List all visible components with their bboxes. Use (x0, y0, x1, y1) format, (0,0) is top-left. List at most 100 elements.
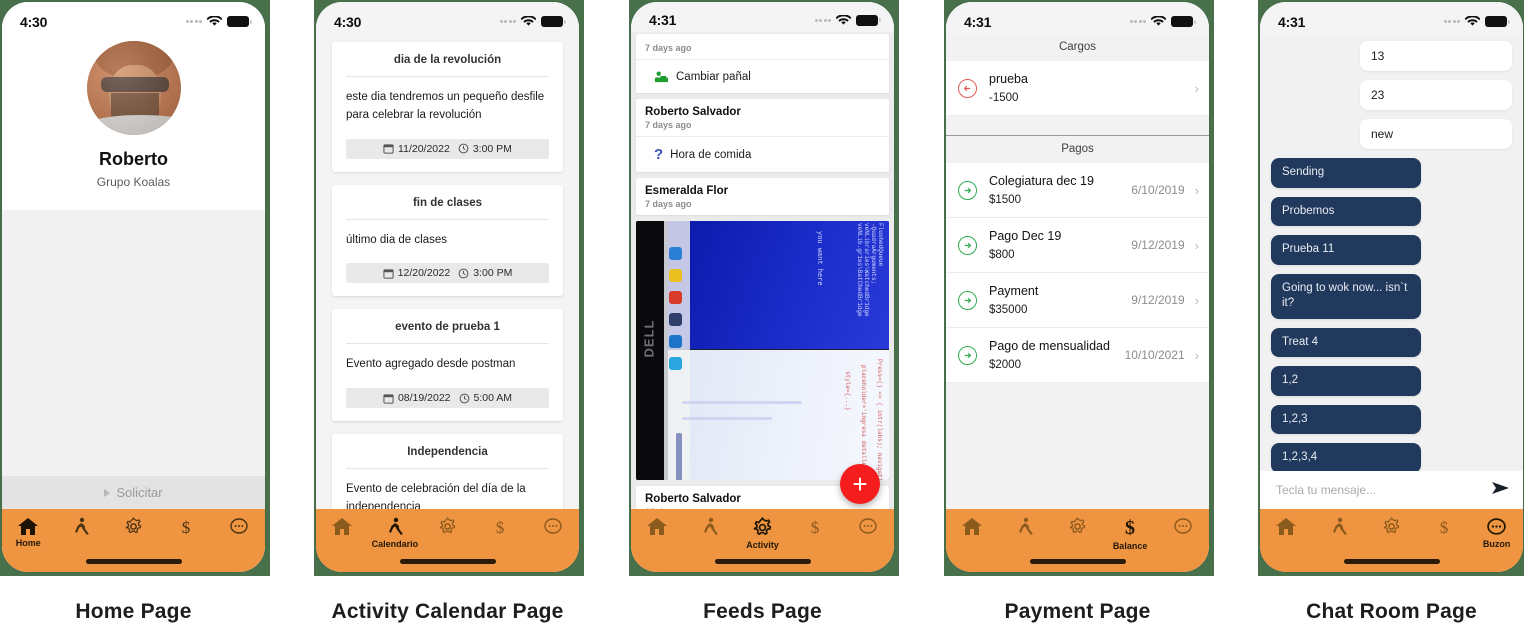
table-row[interactable]: Colegiatura dec 19 $1500 6/10/2019 › (946, 163, 1209, 218)
tab-calendar[interactable]: . (1313, 517, 1366, 549)
signal-dots-icon (1129, 20, 1146, 23)
message-composer[interactable]: Tecla tu mensaje... (1260, 471, 1523, 509)
event-card[interactable]: evento de prueba 1 Evento agregado desde… (332, 309, 563, 422)
tab-activity[interactable]: . (1365, 517, 1418, 548)
signal-dots-icon (814, 18, 831, 22)
status-time: 4:30 (334, 13, 362, 30)
status-bar: 4:31 (631, 2, 894, 32)
tab-home[interactable]: . (631, 517, 684, 548)
row-name: prueba (989, 72, 1028, 86)
feed-text: Cambiar pañal (676, 70, 751, 83)
battery-icon (1485, 16, 1510, 27)
feed-item[interactable]: Roberto Salvador 7 days ago ? Hora de co… (636, 99, 889, 172)
question-icon: ? (654, 146, 664, 163)
tab-calendar[interactable]: Calendario (369, 517, 422, 549)
tab-balance[interactable]: $ . (789, 517, 842, 549)
add-post-fab[interactable]: + (840, 464, 880, 504)
event-meta: 12/20/2022 3:00 PM (346, 263, 549, 284)
chevron-right-icon: › (1194, 347, 1199, 363)
table-row[interactable]: prueba -1500 › (946, 61, 1209, 116)
tab-chat[interactable]: . (1156, 517, 1209, 548)
battery-icon (1171, 16, 1196, 27)
tab-activity[interactable]: . (1051, 517, 1104, 548)
svg-text:$: $ (1440, 518, 1449, 537)
phone-chat-room-page: 4:31 13 23 new Sending Probemos Prueba 1… (1260, 2, 1523, 572)
avatar (86, 41, 181, 135)
solicitar-button[interactable]: Solicitar (2, 476, 265, 509)
row-amount: $2000 (989, 359, 1021, 371)
calendar-icon (383, 269, 394, 279)
event-title: fin de clases (412, 196, 483, 209)
feed-time: 7 days ago (645, 199, 692, 209)
tab-home[interactable]: Home (2, 517, 55, 548)
event-date: 12/20/2022 (383, 267, 450, 279)
message-bubble-outgoing: Probemos (1271, 196, 1421, 227)
svg-text:$: $ (496, 518, 505, 537)
message-bubble-outgoing: Sending (1271, 158, 1421, 188)
phone-home-page: 4:30 Roberto Grupo Koalas Solicitar Home… (2, 2, 265, 572)
wifi-icon (207, 16, 222, 27)
charge-arrow-icon (958, 78, 977, 98)
tab-balance[interactable]: $ Balance (1104, 517, 1157, 551)
status-icons (185, 16, 252, 27)
tab-balance[interactable]: $ . (1418, 517, 1471, 549)
battery-icon (541, 16, 566, 27)
feed-item[interactable]: 7 days ago Cambiar pañal (636, 34, 889, 93)
clock-icon (458, 268, 469, 279)
feed-item[interactable]: Esmeralda Flor 7 days ago (636, 178, 889, 215)
tab-balance[interactable]: $ . (160, 517, 213, 549)
tab-balance[interactable]: $ . (474, 517, 527, 549)
event-body: este dia tendremos un pequeño desfile pa… (346, 91, 545, 121)
row-texts: Pago de mensualidad $2000 (977, 337, 1125, 373)
event-title: Independencia (407, 446, 488, 459)
message-input[interactable]: Tecla tu mensaje... (1276, 483, 1483, 497)
table-row[interactable]: Payment $35000 9/12/2019 › (946, 273, 1209, 328)
feed-row[interactable]: ? Hora de comida (636, 136, 889, 172)
tab-home[interactable]: . (316, 517, 369, 548)
pagos-list: Colegiatura dec 19 $1500 6/10/2019 › Pag… (946, 163, 1209, 383)
feed-photo[interactable]: DELL you want here veNLib.gr1es\BatChedB… (636, 221, 889, 480)
message-bubble-incoming: new (1360, 119, 1512, 149)
event-list[interactable]: dia de la revolución este dia tendremos … (316, 35, 579, 564)
section-header-cargos: Cargos (946, 35, 1209, 61)
tab-chat-label: Buzon (1482, 539, 1511, 549)
feed-row[interactable]: Cambiar pañal (636, 59, 889, 93)
tab-calendar[interactable]: . (684, 517, 737, 549)
tab-calendar[interactable]: . (999, 517, 1052, 549)
table-row[interactable]: Pago de mensualidad $2000 10/10/2021 › (946, 328, 1209, 383)
tab-home[interactable]: . (946, 517, 999, 548)
feed-author: Esmeralda Flor (645, 185, 729, 197)
tab-chat[interactable]: Buzon (1470, 517, 1523, 549)
event-meta: 11/20/2022 3:00 PM (346, 138, 549, 159)
tab-activity[interactable]: Activity (736, 517, 789, 550)
table-row[interactable]: Pago Dec 19 $800 9/12/2019 › (946, 218, 1209, 273)
tab-activity[interactable]: . (107, 517, 160, 548)
status-icons (814, 14, 881, 26)
row-amount: $35000 (989, 304, 1028, 316)
event-card[interactable]: fin de clases último dia de clases 12/20… (332, 184, 563, 297)
tab-chat[interactable]: . (212, 517, 265, 548)
calendar-icon (383, 144, 394, 154)
send-icon[interactable] (1491, 480, 1511, 501)
tab-chat[interactable]: . (841, 517, 894, 548)
event-card[interactable]: dia de la revolución este dia tendremos … (332, 42, 563, 172)
row-date: 6/10/2019 (1131, 183, 1185, 197)
row-amount: $800 (989, 249, 1015, 261)
battery-icon (856, 14, 881, 26)
tab-calendar[interactable]: . (55, 517, 108, 549)
tab-activity[interactable]: . (421, 517, 474, 548)
message-bubble-outgoing: 1,2,3 (1271, 404, 1421, 435)
feed-list[interactable]: 7 days ago Cambiar pañal Roberto Salvado… (631, 32, 894, 509)
row-amount: $1500 (989, 194, 1021, 206)
status-icons (499, 16, 566, 27)
message-list[interactable]: 13 23 new Sending Probemos Prueba 11 Goi… (1260, 35, 1523, 572)
tab-bar: . . . $ Balance . (946, 509, 1209, 572)
tab-home[interactable]: . (1260, 517, 1313, 548)
balance-list[interactable]: Cargos prueba -1500 › Pagos Colegiatura … (946, 35, 1209, 509)
status-icons (1129, 16, 1196, 27)
section-gap (946, 116, 1209, 135)
feed-time: 7 days ago (645, 43, 692, 53)
tab-chat[interactable]: . (526, 517, 579, 548)
svg-text:$: $ (811, 518, 820, 537)
svg-text:$: $ (182, 518, 191, 537)
